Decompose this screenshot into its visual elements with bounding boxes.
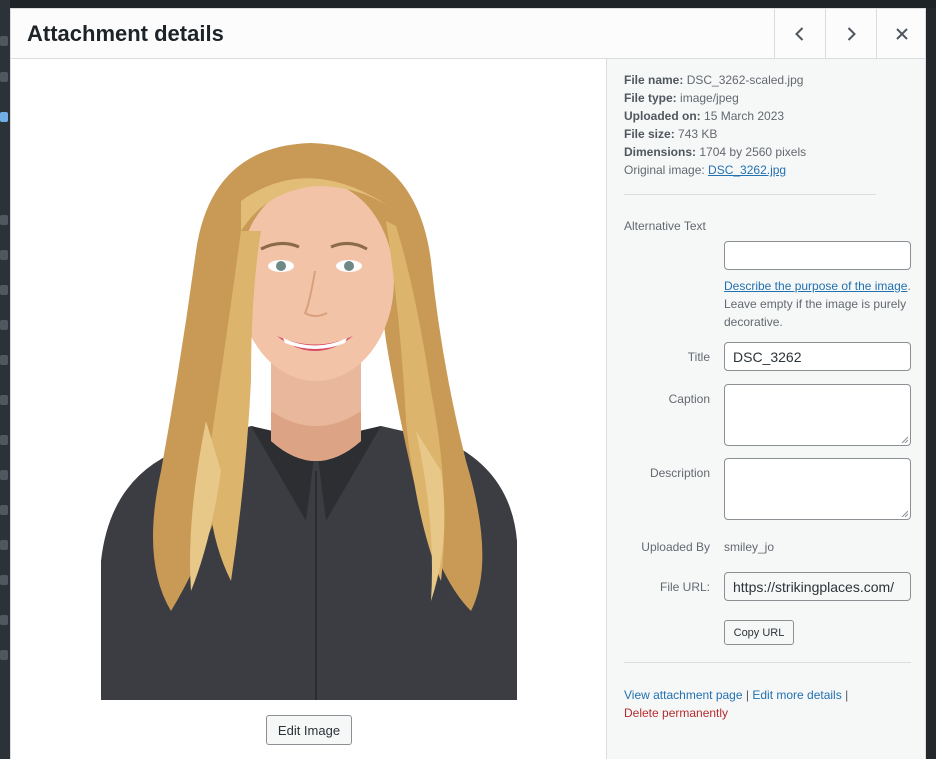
divider bbox=[624, 662, 911, 663]
uploaded-by-label: Uploaded By bbox=[641, 540, 710, 554]
admin-menu-icon bbox=[0, 355, 8, 365]
description-textarea[interactable] bbox=[724, 458, 911, 520]
file-type-value: image/jpeg bbox=[680, 91, 739, 105]
modal-title: Attachment details bbox=[27, 21, 224, 46]
admin-menu-icon bbox=[0, 215, 8, 225]
chevron-left-icon bbox=[795, 27, 804, 41]
dimensions-value: 1704 by 2560 pixels bbox=[699, 145, 807, 159]
previous-attachment-button[interactable] bbox=[774, 9, 825, 59]
file-url-input[interactable]: https://strikingplaces.com/ bbox=[724, 572, 911, 601]
admin-menu-icon bbox=[0, 395, 8, 405]
alt-text-help-link[interactable]: Describe the purpose of the image bbox=[724, 279, 907, 293]
view-attachment-page-link[interactable]: View attachment page bbox=[624, 688, 743, 702]
title-label: Title bbox=[687, 350, 710, 364]
admin-menu-icon bbox=[0, 320, 8, 330]
title-input[interactable]: DSC_3262 bbox=[724, 342, 911, 371]
attachment-preview: Edit Image bbox=[11, 59, 606, 759]
admin-menu-icon bbox=[0, 540, 8, 550]
admin-menu-icon bbox=[0, 505, 8, 515]
resize-handle-icon[interactable] bbox=[901, 436, 908, 443]
admin-menu-icon bbox=[0, 615, 8, 625]
admin-menu-icon bbox=[0, 575, 8, 585]
file-name-row: File name: DSC_3262-scaled.jpg bbox=[624, 73, 804, 87]
caption-label: Caption bbox=[668, 392, 710, 406]
file-name-value: DSC_3262-scaled.jpg bbox=[686, 73, 804, 87]
file-info: File name: DSC_3262-scaled.jpg File type… bbox=[624, 71, 806, 179]
admin-menu-icon bbox=[0, 285, 8, 295]
caption-textarea[interactable] bbox=[724, 384, 911, 446]
attachment-actions: View attachment page | Edit more details… bbox=[624, 688, 849, 720]
dimensions-row: Dimensions: 1704 by 2560 pixels bbox=[624, 145, 807, 159]
edit-image-button[interactable]: Edit Image bbox=[266, 715, 352, 745]
admin-menu-icon bbox=[0, 112, 8, 122]
close-icon bbox=[896, 28, 908, 40]
resize-handle-icon[interactable] bbox=[901, 510, 908, 517]
next-attachment-button[interactable] bbox=[825, 9, 876, 59]
divider bbox=[624, 194, 876, 195]
chevron-right-icon bbox=[847, 27, 856, 41]
delete-permanently-link[interactable]: Delete permanently bbox=[624, 706, 728, 720]
original-image-link[interactable]: DSC_3262.jpg bbox=[708, 163, 786, 177]
admin-menu-icon bbox=[0, 250, 8, 260]
admin-menu-icon bbox=[0, 650, 8, 660]
admin-menu-icon bbox=[0, 470, 8, 480]
file-size-row: File size: 743 KB bbox=[624, 127, 718, 141]
admin-menu-icon bbox=[0, 36, 8, 46]
file-type-row: File type: image/jpeg bbox=[624, 91, 739, 105]
original-image-row: Original image: DSC_3262.jpg bbox=[624, 163, 787, 177]
uploaded-on-value: 15 March 2023 bbox=[704, 109, 785, 123]
modal-header: Attachment details bbox=[11, 9, 925, 59]
alt-text-help: Describe the purpose of the image. Leave… bbox=[724, 279, 911, 329]
admin-menu-icon bbox=[0, 72, 8, 82]
copy-url-button[interactable]: Copy URL bbox=[724, 620, 794, 645]
alt-text-label: Alternative Text bbox=[624, 219, 706, 233]
attachment-details-sidebar: File name: DSC_3262-scaled.jpg File type… bbox=[606, 59, 925, 759]
description-label: Description bbox=[649, 466, 710, 480]
admin-menu-icon bbox=[0, 435, 8, 445]
alt-text-input[interactable] bbox=[724, 241, 911, 270]
file-size-value: 743 KB bbox=[678, 127, 718, 141]
admin-top-bar bbox=[0, 0, 936, 8]
file-url-label: File URL: bbox=[659, 580, 710, 594]
close-modal-button[interactable] bbox=[876, 9, 927, 59]
attachment-details-modal: Attachment details Edit Image File name:… bbox=[10, 8, 926, 759]
uploaded-by-value: smiley_jo bbox=[724, 540, 775, 554]
uploaded-on-row: Uploaded on: 15 March 2023 bbox=[624, 109, 785, 123]
portrait-photo bbox=[101, 141, 517, 700]
edit-more-details-link[interactable]: Edit more details bbox=[752, 688, 841, 702]
